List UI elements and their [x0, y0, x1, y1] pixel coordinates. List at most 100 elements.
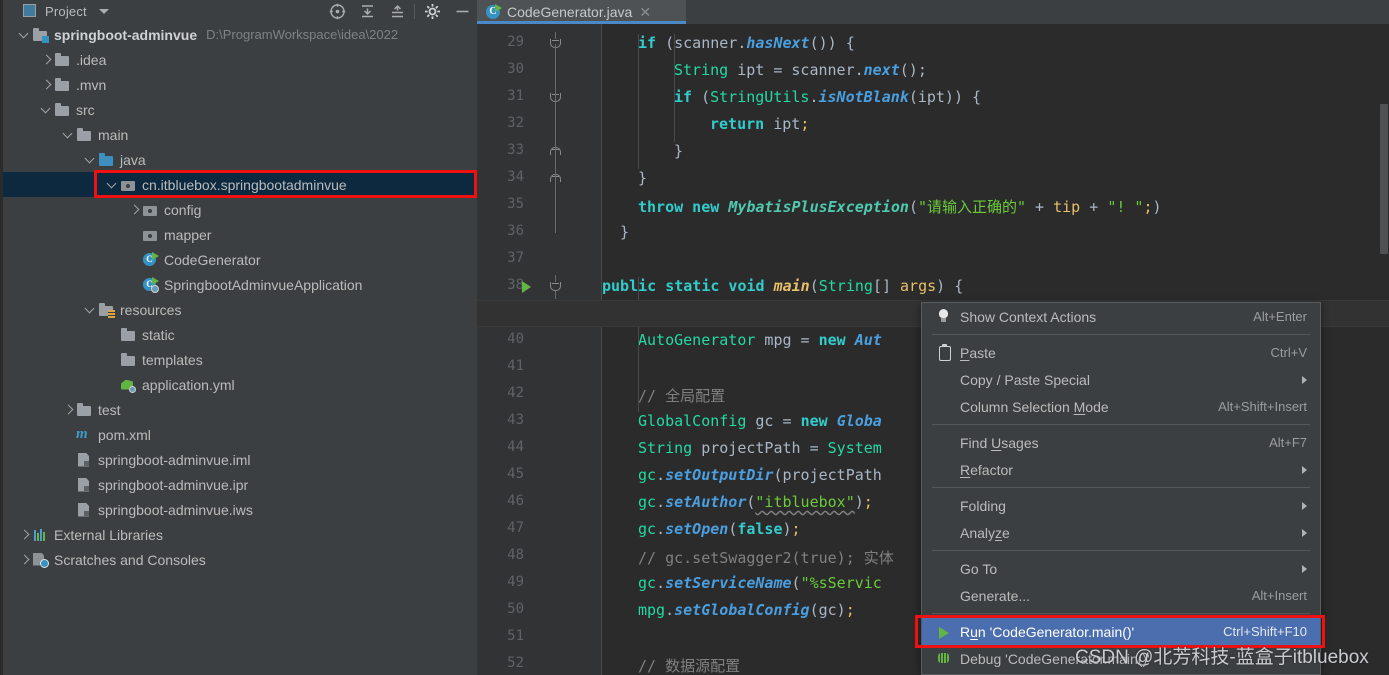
tree-item-path: D:\ProgramWorkspace\idea\2022 [206, 27, 399, 42]
line-number: 43 [507, 412, 524, 428]
line-number: 42 [507, 385, 524, 401]
tree-item-ipr[interactable]: springboot-adminvue.ipr [0, 472, 477, 497]
tree-item-springboot-adminvue[interactable]: springboot-adminvue D:\ProgramWorkspace\i… [0, 22, 477, 47]
tree-item-static[interactable]: static [0, 322, 477, 347]
chevron-down-icon[interactable] [84, 297, 98, 322]
menu-item-find-usages[interactable]: Find Usages Alt+F7 [922, 429, 1320, 456]
menu-item-paste[interactable]: Paste Ctrl+V [922, 339, 1320, 366]
editor-scrollbar-thumb[interactable] [1380, 104, 1388, 254]
code-folding-marker[interactable] [549, 32, 563, 56]
tree-item-scratches-and-consoles[interactable]: Scratches and Consoles [0, 547, 477, 572]
chevron-right-icon[interactable] [40, 72, 54, 97]
chevron-right-icon [1302, 465, 1307, 474]
hide-panel-icon[interactable] [447, 0, 477, 22]
chevron-right-icon[interactable] [128, 197, 142, 222]
code-folding-marker[interactable] [549, 275, 563, 299]
chevron-right-icon[interactable] [40, 47, 54, 72]
tree-item-iws[interactable]: springboot-adminvue.iws [0, 497, 477, 522]
code-folding-marker[interactable] [549, 86, 563, 110]
chevron-down-icon[interactable] [98, 8, 109, 14]
tree-item-main[interactable]: main [0, 122, 477, 147]
project-tree[interactable]: springboot-adminvue D:\ProgramWorkspace\i… [0, 22, 477, 572]
menu-separator [932, 613, 1310, 614]
folder-icon [76, 402, 93, 418]
menu-item-folding[interactable]: Folding [922, 492, 1320, 519]
editor-context-menu[interactable]: Show Context Actions Alt+Enter Paste Ctrl+V… [921, 302, 1321, 675]
collapse-all-icon[interactable] [382, 0, 412, 22]
tree-item-config[interactable]: config [0, 197, 477, 222]
menu-item-analyze[interactable]: Analyze [922, 519, 1320, 546]
locate-icon[interactable] [322, 0, 352, 22]
expand-all-icon[interactable] [352, 0, 382, 22]
chevron-right-icon [1302, 564, 1307, 573]
editor-gutter[interactable]: 2930313233343536373839404142434445464748… [477, 24, 602, 675]
left-panel-edge [0, 0, 3, 675]
menu-item-refactor[interactable]: Refactor [922, 456, 1320, 483]
menu-item-generate[interactable]: Generate... Alt+Insert [922, 582, 1320, 609]
editor-scrollbar-track[interactable] [1378, 24, 1389, 675]
folder-icon [54, 77, 71, 93]
tree-item-test[interactable]: test [0, 397, 477, 422]
chevron-right-icon[interactable] [62, 397, 76, 422]
menu-separator [932, 487, 1310, 488]
code-folding-marker[interactable] [549, 167, 563, 191]
menu-item-show-context-actions[interactable]: Show Context Actions Alt+Enter [922, 303, 1320, 330]
tree-item-label: test [98, 401, 121, 418]
tree-item-resources[interactable]: resources [0, 297, 477, 322]
code-line: } [620, 223, 630, 241]
line-number: 49 [507, 574, 524, 590]
libraries-icon [32, 527, 49, 543]
chevron-down-icon[interactable] [40, 97, 54, 122]
menu-item-label: Run 'CodeGenerator.main()' [960, 623, 1135, 640]
package-icon [142, 202, 159, 218]
lightbulb-icon [934, 308, 954, 326]
tree-item-java[interactable]: java [0, 147, 477, 172]
menu-item-go-to[interactable]: Go To [922, 555, 1320, 582]
tree-item-templates[interactable]: templates [0, 347, 477, 372]
java-class-runnable-icon [142, 251, 159, 268]
folder-icon [76, 127, 93, 143]
tree-item-cn-itbluebox-springbootadminvue[interactable]: cn.itbluebox.springbootadminvue [0, 172, 477, 197]
tree-item-idea[interactable]: .idea [0, 47, 477, 72]
tree-item-label: springboot-adminvue [54, 26, 198, 43]
tree-item-external-libraries[interactable]: External Libraries [0, 522, 477, 547]
code-folding-marker[interactable] [549, 140, 563, 164]
gutter-run-icon[interactable] [522, 281, 531, 293]
line-number: 41 [507, 358, 524, 374]
tree-item-CodeGenerator[interactable]: CodeGenerator [0, 247, 477, 272]
tree-item-pom-xml[interactable]: pom.xml [0, 422, 477, 447]
menu-item-copy-paste-special[interactable]: Copy / Paste Special [922, 366, 1320, 393]
tree-item-iml[interactable]: springboot-adminvue.iml [0, 447, 477, 472]
chevron-right-icon[interactable] [18, 547, 32, 572]
menu-item-run-codegenerator-main[interactable]: Run 'CodeGenerator.main()' Ctrl+Shift+F10 [922, 618, 1320, 645]
indent-guide [638, 277, 639, 412]
code-line: gc.setOutputDir(projectPath [638, 466, 882, 484]
tree-item-src[interactable]: src [0, 97, 477, 122]
line-number: 33 [507, 142, 524, 158]
chevron-down-icon[interactable] [62, 122, 76, 147]
close-icon[interactable]: ✕ [639, 5, 651, 19]
chevron-right-icon[interactable] [18, 522, 32, 547]
module-file-icon [76, 502, 93, 518]
package-icon [142, 227, 159, 243]
tree-item-SpringbootAdminvueApplication[interactable]: SpringbootAdminvueApplication [0, 272, 477, 297]
chevron-down-icon[interactable] [84, 147, 98, 172]
settings-gear-icon[interactable] [417, 0, 447, 22]
tree-item-application-yml[interactable]: application.yml [0, 372, 477, 397]
tree-item-label: .idea [76, 51, 107, 68]
tree-item-mapper[interactable]: mapper [0, 222, 477, 247]
folder-icon [54, 52, 71, 68]
chevron-down-icon[interactable] [18, 22, 32, 47]
menu-item-column-selection-mode[interactable]: Column Selection Mode Alt+Shift+Insert [922, 393, 1320, 420]
chevron-down-icon[interactable] [106, 172, 120, 197]
tree-item-label: java [120, 151, 146, 168]
run-icon [934, 623, 954, 641]
editor-tabbar: CodeGenerator.java ✕ [477, 0, 1389, 24]
indent-guide [674, 34, 675, 142]
tree-item-mvn[interactable]: .mvn [0, 72, 477, 97]
tab-codegenerator-java[interactable]: CodeGenerator.java ✕ [477, 0, 686, 24]
